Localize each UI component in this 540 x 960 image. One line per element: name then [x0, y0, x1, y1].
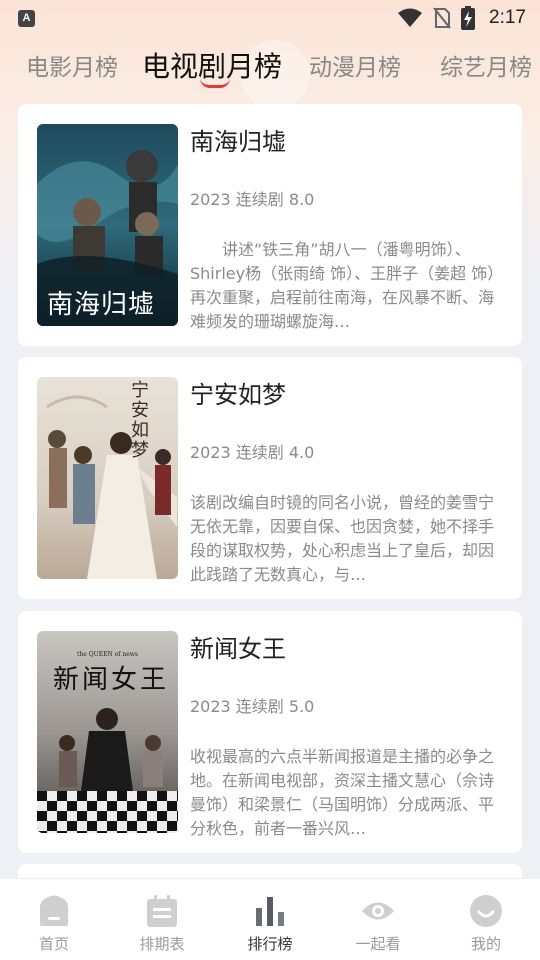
clock: 2:17 [489, 7, 526, 28]
poster-image: 南海归墟 [37, 124, 178, 326]
nav-watch-together[interactable]: 一起看 [324, 879, 432, 960]
item-meta: 2023 连续剧 4.0 [190, 443, 315, 462]
nav-label: 首页 [38, 935, 69, 953]
poster-title-text: 新闻女王 [53, 665, 170, 695]
nav-label: 排期表 [139, 935, 185, 953]
eye-icon [360, 893, 396, 929]
app-notification-icon: A [18, 9, 35, 27]
smile-icon [468, 893, 504, 929]
nav-profile[interactable]: 我的 [432, 879, 540, 960]
nav-home[interactable]: 首页 [0, 879, 108, 960]
item-description: 讲述“铁三角”胡八一（潘粤明饰）、Shirley杨（张雨绮 饰）、王胖子（姜超 … [190, 240, 496, 331]
poster-title-text: 宁安如梦 [131, 380, 149, 461]
nav-ranking[interactable]: 排行榜 [216, 879, 324, 960]
status-bar: A 2:17 [0, 0, 540, 36]
item-title: 南海归墟 [190, 128, 286, 156]
bar-chart-icon [252, 893, 288, 929]
home-icon [36, 893, 72, 929]
calendar-icon [144, 893, 180, 929]
item-title: 新闻女王 [190, 635, 286, 663]
item-description: 该剧改编自时镜的同名小说，曾经的姜雪宁无依无靠，因要自保、也因贪婪，她不择手段的… [190, 493, 495, 584]
poster-image: 宁安如梦 [37, 377, 178, 579]
bottom-navigation: 首页 排期表 排行榜 一起看 我的 [0, 878, 540, 960]
tab-anime[interactable]: 动漫月榜 [309, 48, 401, 82]
ranking-tabs: 电影月榜 电视剧月榜 动漫月榜 综艺月榜 [0, 40, 540, 90]
nav-label: 排行榜 [247, 935, 293, 953]
tab-movies[interactable]: 电影月榜 [26, 48, 118, 82]
poster-title-text: 南海归墟 [47, 290, 156, 320]
item-title: 宁安如梦 [190, 381, 286, 409]
nav-schedule[interactable]: 排期表 [108, 879, 216, 960]
wifi-icon [398, 8, 423, 27]
poster-subtitle-text: the QUEEN of news [77, 651, 138, 658]
nav-label: 一起看 [355, 935, 401, 953]
item-meta: 2023 连续剧 8.0 [190, 190, 315, 209]
nav-label: 我的 [470, 935, 501, 953]
poster-image: the QUEEN of news 新闻女王 [37, 631, 178, 833]
list-item[interactable]: 南海归墟 南海归墟 2023 连续剧 8.0 讲述“铁三角”胡八一（潘粤明饰）、… [18, 104, 522, 346]
item-description: 收视最高的六点半新闻报道是主播的必争之地。在新闻电视部，资深主播文慧心（佘诗曼饰… [190, 747, 495, 838]
list-item[interactable]: 宁安如梦 宁安如梦 2023 连续剧 4.0 该剧改编自时镜的同名小说，曾经的姜… [18, 357, 522, 599]
list-item[interactable]: the QUEEN of news 新闻女王 新闻女王 2023 连续剧 5.0… [18, 611, 522, 853]
battery-charging-icon [461, 6, 476, 30]
no-sim-icon [433, 7, 451, 29]
item-meta: 2023 连续剧 5.0 [190, 697, 315, 716]
tab-variety[interactable]: 综艺月榜 [440, 48, 532, 82]
